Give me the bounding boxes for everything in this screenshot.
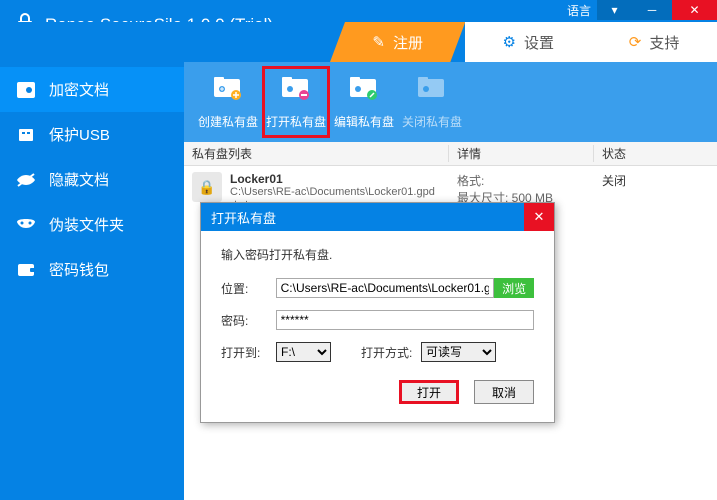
close-silo-button: 关闭私有盘 [398, 66, 466, 138]
tab-settings[interactable]: ⚙ 设置 [465, 22, 591, 62]
drive-label: 打开到: [221, 344, 276, 361]
tab-register-label: 注册 [393, 32, 423, 53]
create-silo-button[interactable]: 创建私有盘 [194, 66, 262, 138]
toolbar-label: 编辑私有盘 [334, 113, 394, 130]
toolbar-label: 关闭私有盘 [402, 113, 462, 130]
browse-button[interactable]: 浏览 [494, 278, 534, 298]
sidebar-item-hide-docs[interactable]: 隐藏文档 [0, 157, 184, 202]
sidebar-item-label: 隐藏文档 [49, 169, 109, 190]
register-icon: ✎ [372, 33, 385, 51]
gear-icon: ⚙ [503, 33, 516, 51]
sidebar-item-encrypt-docs[interactable]: 加密文档 [0, 67, 184, 112]
eye-slash-icon [15, 169, 37, 191]
edit-silo-button[interactable]: 编辑私有盘 [330, 66, 398, 138]
file-path: C:\Users\RE-ac\Documents\Locker01.gpd [230, 186, 435, 198]
password-label: 密码: [221, 312, 276, 329]
folder-open-icon [280, 75, 312, 108]
folder-edit-icon [348, 75, 380, 108]
open-silo-button[interactable]: 打开私有盘 [262, 66, 330, 138]
dialog-close-button[interactable]: ✕ [524, 203, 554, 231]
tab-register[interactable]: ✎ 注册 [330, 22, 465, 62]
folder-plus-icon [212, 75, 244, 108]
file-icon: 🔒 [192, 172, 222, 202]
folder-close-icon [416, 75, 448, 108]
password-input[interactable] [276, 310, 534, 330]
tab-settings-label: 设置 [524, 32, 554, 53]
col-name: 私有盘列表 [184, 145, 449, 162]
dialog-cancel-button[interactable]: 取消 [474, 380, 534, 404]
file-status: 关闭 [594, 172, 717, 214]
tab-support-label: 支持 [649, 32, 679, 53]
mode-label: 打开方式: [361, 344, 421, 361]
sidebar-item-label: 保护USB [49, 124, 110, 145]
dialog-instruction: 输入密码打开私有盘. [221, 246, 534, 263]
list-header: 私有盘列表 详情 状态 [184, 142, 717, 166]
dialog-title-text: 打开私有盘 [211, 208, 276, 227]
minimize-button[interactable]: ─ [632, 0, 672, 20]
toolbar-label: 创建私有盘 [198, 113, 258, 130]
sidebar-item-disguise-folder[interactable]: 伪装文件夹 [0, 202, 184, 247]
sidebar-item-label: 加密文档 [49, 79, 109, 100]
language-label: 语言 [567, 2, 591, 19]
close-window-button[interactable]: ✕ [672, 0, 717, 20]
support-icon: ⟳ [629, 33, 642, 51]
location-label: 位置: [221, 280, 276, 297]
sidebar-item-label: 伪装文件夹 [49, 214, 124, 235]
toolbar-label: 打开私有盘 [266, 113, 326, 130]
mask-icon [15, 214, 37, 236]
sidebar-item-password-wallet[interactable]: 密码钱包 [0, 247, 184, 292]
sidebar: 加密文档 保护USB 隐藏文档 伪装文件夹 密码钱包 [0, 62, 184, 500]
toolbar: 创建私有盘 打开私有盘 编辑私有盘 关闭私有盘 [184, 62, 717, 142]
dialog-title: 打开私有盘 ✕ [201, 203, 554, 231]
file-name: Locker01 [230, 172, 435, 186]
mode-select[interactable]: 可读写 [421, 342, 496, 362]
col-details: 详情 [449, 145, 594, 162]
dialog-open-button[interactable]: 打开 [399, 380, 459, 404]
open-dialog: 打开私有盘 ✕ 输入密码打开私有盘. 位置: 浏览 密码: 打开到: F:\ 打… [200, 202, 555, 423]
tab-support[interactable]: ⟳ 支持 [591, 22, 717, 62]
language-dropdown[interactable]: ▾ [597, 0, 632, 20]
sidebar-item-protect-usb[interactable]: 保护USB [0, 112, 184, 157]
drive-select[interactable]: F:\ [276, 342, 331, 362]
file-format: 格式: [457, 172, 594, 189]
safe-icon [15, 79, 37, 101]
col-status: 状态 [594, 145, 717, 162]
sidebar-item-label: 密码钱包 [49, 259, 109, 280]
wallet-icon [15, 259, 37, 281]
usb-icon [15, 124, 37, 146]
location-input[interactable] [276, 278, 495, 298]
